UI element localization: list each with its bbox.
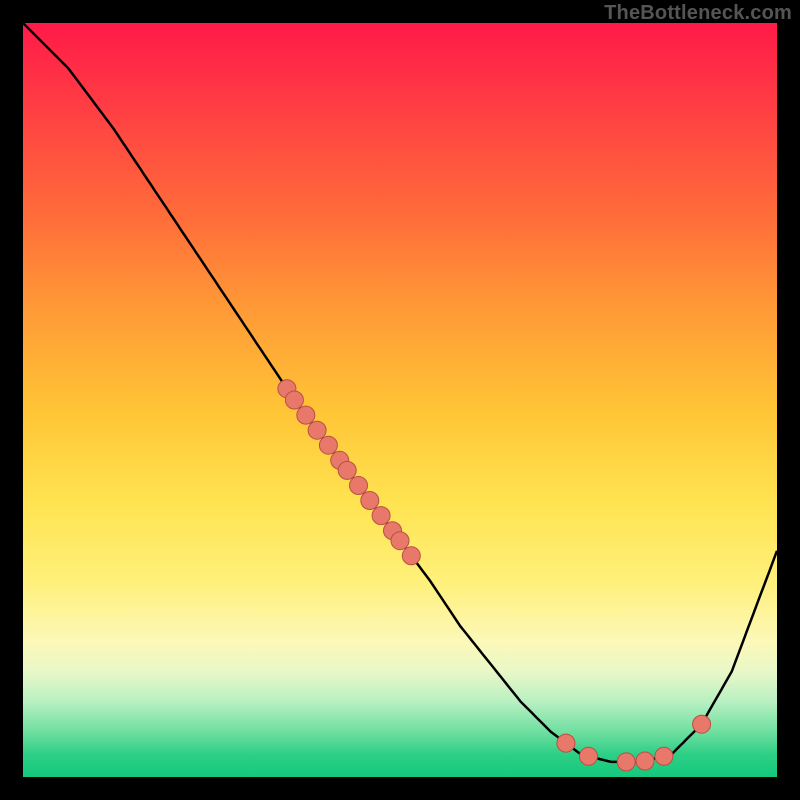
curve-line (23, 23, 777, 762)
data-point (308, 421, 326, 439)
data-point (297, 406, 315, 424)
data-point (285, 391, 303, 409)
data-point (617, 753, 635, 771)
data-point (350, 477, 368, 495)
data-point (402, 547, 420, 565)
watermark-text: TheBottleneck.com (604, 2, 792, 25)
data-point (580, 747, 598, 765)
data-point (338, 461, 356, 479)
data-point (693, 715, 711, 733)
chart-frame (23, 23, 777, 777)
chart-svg (23, 23, 777, 777)
data-point (361, 492, 379, 510)
data-point (391, 532, 409, 550)
data-point (319, 436, 337, 454)
data-point (557, 734, 575, 752)
data-point (655, 747, 673, 765)
data-point (372, 507, 390, 525)
data-point (636, 752, 654, 770)
